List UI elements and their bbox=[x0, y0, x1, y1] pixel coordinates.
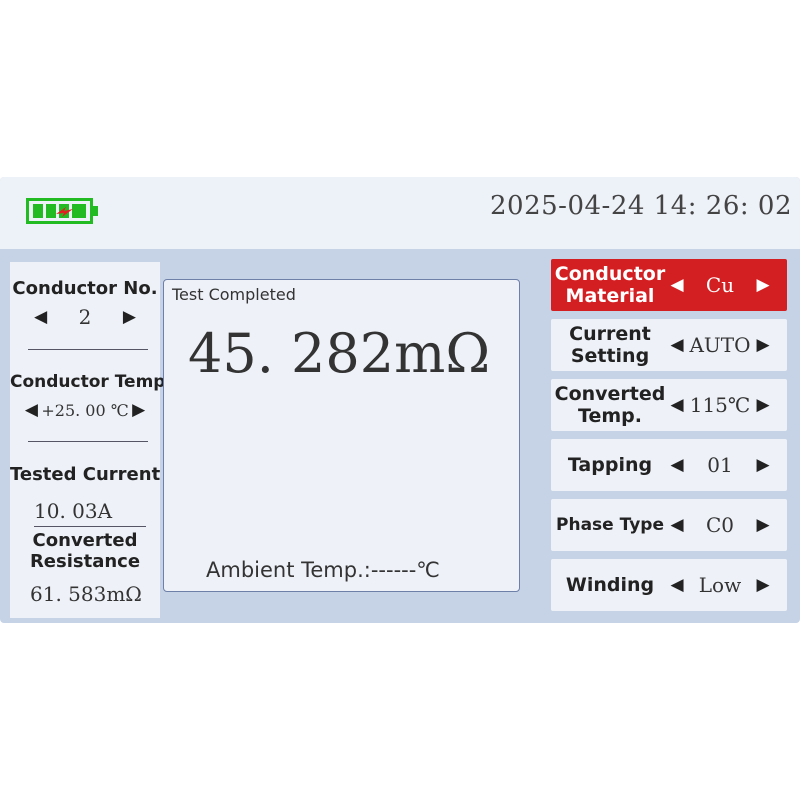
divider bbox=[28, 349, 148, 350]
tested-current-group: Tested Current 10. 03A bbox=[10, 464, 160, 523]
right-arrow-icon[interactable]: ▶ bbox=[755, 575, 771, 595]
setting-label: Material bbox=[565, 285, 655, 307]
setting-value: Low bbox=[698, 573, 742, 597]
left-arrow-icon[interactable]: ◀ bbox=[669, 335, 685, 355]
setting-value: 01 bbox=[707, 453, 733, 477]
setting-value: 115℃ bbox=[689, 393, 751, 417]
left-arrow-icon[interactable]: ◀ bbox=[669, 395, 685, 415]
tapping-setting[interactable]: Tapping ◀ 01 ▶ bbox=[551, 439, 787, 491]
divider bbox=[28, 441, 148, 442]
conductor-temp-label: Conductor Temp. bbox=[10, 372, 172, 392]
setting-label: Setting bbox=[570, 345, 650, 367]
battery-charging-icon bbox=[26, 197, 100, 229]
right-arrow-icon[interactable]: ▶ bbox=[755, 395, 771, 415]
left-info-panel: Conductor No. ◀ 2 ▶ Conductor Temp. ◀ +2… bbox=[10, 262, 172, 618]
tested-current-label: Tested Current bbox=[10, 464, 161, 485]
right-arrow-icon[interactable]: ▶ bbox=[755, 275, 771, 295]
resistance-reading: 45. 282mΩ bbox=[188, 322, 491, 385]
right-arrow-icon[interactable]: ▶ bbox=[755, 455, 771, 475]
left-arrow-icon[interactable]: ◀ bbox=[669, 515, 685, 535]
conductor-no-value: 2 bbox=[78, 305, 92, 329]
setting-value: Cu bbox=[705, 273, 735, 297]
winding-setting[interactable]: Winding ◀ Low ▶ bbox=[551, 559, 787, 611]
device-screen: 2025-04-24 14: 26: 02 Conductor No. ◀ 2 … bbox=[0, 177, 800, 623]
phase-type-setting[interactable]: Phase Type ◀ C0 ▶ bbox=[551, 499, 787, 551]
converted-resistance-group: Converted Resistance 61. 583mΩ bbox=[10, 530, 160, 606]
left-arrow-icon[interactable]: ◀ bbox=[23, 400, 39, 420]
setting-value: C0 bbox=[705, 513, 735, 537]
conductor-temp-group: Conductor Temp. ◀ +25. 00 ℃ ▶ bbox=[10, 372, 172, 420]
conductor-no-group: Conductor No. ◀ 2 ▶ bbox=[10, 278, 160, 329]
setting-label: Current bbox=[569, 323, 651, 345]
converted-resistance-label-1: Converted bbox=[32, 530, 138, 551]
datetime-display: 2025-04-24 14: 26: 02 bbox=[490, 191, 792, 221]
right-arrow-icon[interactable]: ▶ bbox=[121, 307, 137, 327]
converted-resistance-value: 61. 583mΩ bbox=[30, 582, 142, 606]
right-arrow-icon[interactable]: ▶ bbox=[755, 335, 771, 355]
setting-label: Conductor bbox=[554, 263, 666, 285]
left-arrow-icon[interactable]: ◀ bbox=[669, 275, 685, 295]
setting-value: AUTO bbox=[689, 333, 751, 357]
setting-label: Phase Type bbox=[556, 515, 664, 535]
settings-panel: Conductor Material ◀ Cu ▶ Current Settin… bbox=[545, 259, 795, 623]
setting-label: Temp. bbox=[578, 405, 642, 427]
conductor-temp-value: +25. 00 ℃ bbox=[41, 400, 129, 420]
test-status: Test Completed bbox=[172, 285, 296, 304]
conductor-material-setting[interactable]: Conductor Material ◀ Cu ▶ bbox=[551, 259, 787, 311]
current-setting[interactable]: Current Setting ◀ AUTO ▶ bbox=[551, 319, 787, 371]
setting-label: Converted bbox=[554, 383, 666, 405]
divider bbox=[34, 526, 146, 527]
left-arrow-icon[interactable]: ◀ bbox=[33, 307, 49, 327]
tested-current-value: 10. 03A bbox=[34, 499, 113, 523]
left-arrow-icon[interactable]: ◀ bbox=[669, 575, 685, 595]
measurement-panel: Test Completed 45. 282mΩ Ambient Temp.:-… bbox=[163, 279, 520, 592]
right-arrow-icon[interactable]: ▶ bbox=[131, 400, 147, 420]
right-arrow-icon[interactable]: ▶ bbox=[755, 515, 771, 535]
converted-resistance-label-2: Resistance bbox=[29, 551, 141, 572]
ambient-temp: Ambient Temp.:------℃ bbox=[206, 558, 440, 582]
left-arrow-icon[interactable]: ◀ bbox=[669, 455, 685, 475]
converted-temp-setting[interactable]: Converted Temp. ◀ 115℃ ▶ bbox=[551, 379, 787, 431]
conductor-no-label: Conductor No. bbox=[12, 278, 158, 299]
setting-label: Tapping bbox=[567, 454, 653, 476]
setting-label: Winding bbox=[565, 574, 655, 596]
status-bar: 2025-04-24 14: 26: 02 bbox=[0, 177, 800, 249]
